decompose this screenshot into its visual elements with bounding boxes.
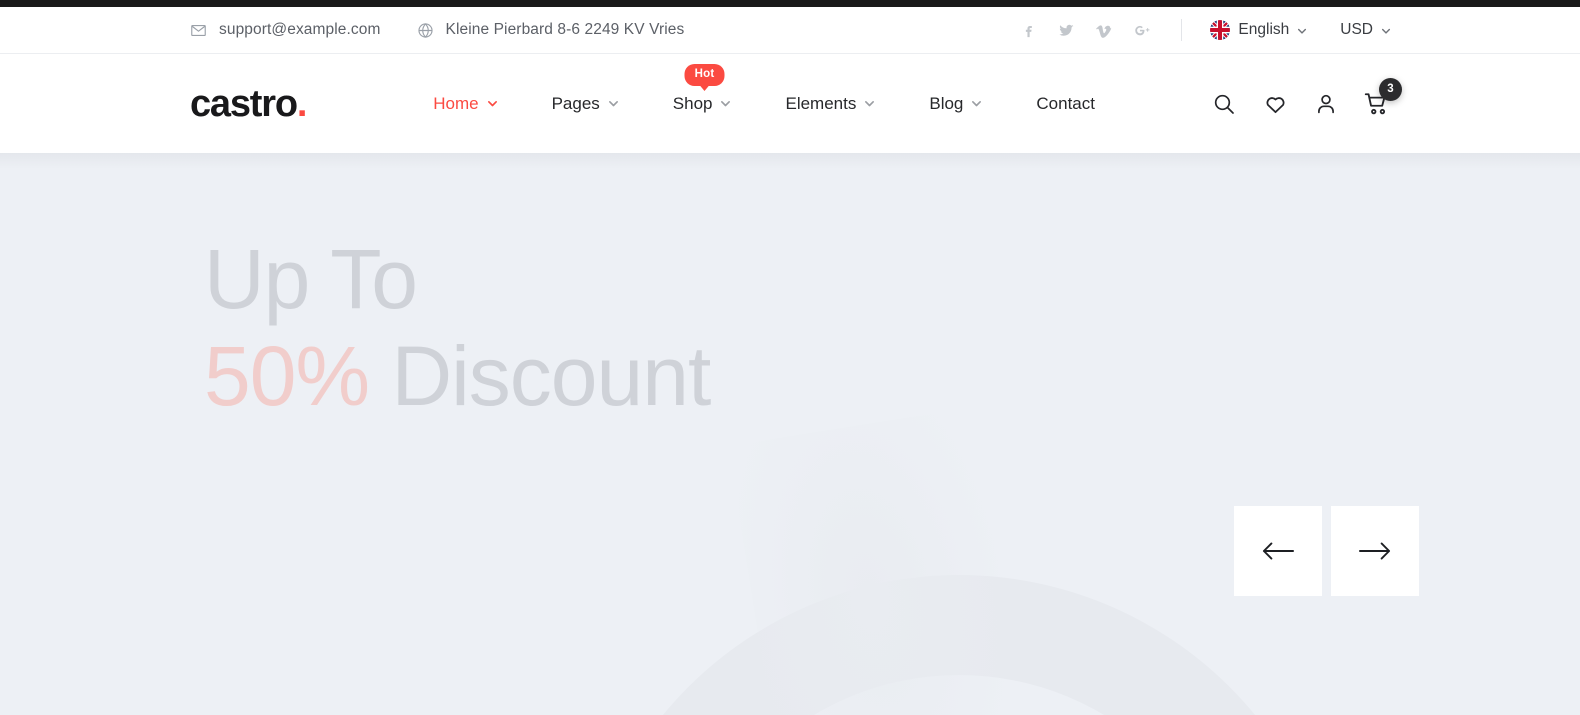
cart-icon[interactable]: 3 [1364, 77, 1402, 117]
nav-item-contact[interactable]: Contact [1009, 94, 1122, 114]
social-links [1020, 22, 1151, 39]
slider-next-button[interactable] [1331, 506, 1419, 596]
hero-headline-line2: 50% Discount [204, 328, 711, 425]
hero-slider-controls [1234, 506, 1419, 596]
main-header: castro. Home Pages Hot Shop Elements Blo… [0, 54, 1580, 153]
chevron-down-icon [487, 98, 498, 109]
globe-icon [417, 22, 434, 39]
nav-label-home: Home [433, 93, 479, 113]
chevron-down-icon [864, 98, 875, 109]
nav-item-home[interactable]: Home [406, 94, 524, 114]
hero-headline: Up To 50% Discount [204, 231, 711, 426]
top-accent-strip [0, 0, 1580, 7]
contact-address[interactable]: Kleine Pierbard 8-6 2249 KV Vries [417, 21, 685, 39]
contact-email-text: support@example.com [219, 21, 381, 38]
vimeo-icon[interactable] [1096, 22, 1113, 39]
uk-flag-icon [1210, 20, 1231, 40]
mail-icon [190, 22, 207, 39]
nav-label-shop: Shop [672, 93, 713, 113]
hero-top-shade [0, 153, 1580, 169]
currency-selector[interactable]: USD [1340, 21, 1391, 39]
nav-item-blog[interactable]: Blog [902, 94, 1009, 114]
logo-text: castro [190, 82, 298, 125]
wishlist-icon[interactable] [1262, 91, 1288, 117]
chevron-down-icon [720, 98, 731, 109]
facebook-icon[interactable] [1020, 22, 1037, 39]
contact-address-text: Kleine Pierbard 8-6 2249 KV Vries [445, 21, 685, 38]
google-plus-icon[interactable] [1134, 22, 1151, 39]
language-label: English [1238, 21, 1290, 38]
primary-navigation: Home Pages Hot Shop Elements Blog Contac… [406, 63, 1122, 114]
site-logo[interactable]: castro. [190, 82, 308, 125]
nav-label-contact: Contact [1036, 93, 1095, 113]
chevron-down-icon [971, 98, 982, 109]
topbar-left-group: support@example.com Kleine Pierbard 8-6 … [190, 21, 684, 39]
chevron-down-icon [608, 98, 619, 109]
twitter-icon[interactable] [1058, 22, 1075, 39]
nav-item-pages[interactable]: Pages [525, 94, 646, 114]
language-selector[interactable]: English [1210, 20, 1307, 40]
hero-slider: Up To 50% Discount [0, 153, 1580, 715]
nav-item-elements[interactable]: Elements [758, 94, 902, 114]
nav-label-elements: Elements [785, 93, 857, 113]
hero-discount-percent: 50% [204, 329, 370, 424]
currency-label: USD [1340, 21, 1373, 38]
topbar-divider [1181, 19, 1183, 41]
search-icon[interactable] [1211, 91, 1237, 117]
contact-email[interactable]: support@example.com [190, 21, 381, 39]
chevron-down-icon [1297, 26, 1307, 35]
topbar-right-group: English USD [1020, 19, 1391, 41]
account-icon[interactable] [1313, 91, 1339, 117]
chevron-down-icon [1381, 26, 1391, 35]
hero-headline-line1: Up To [204, 232, 418, 326]
hero-discount-word: Discount [391, 329, 711, 424]
header-actions: 3 [1211, 77, 1402, 117]
nav-label-pages: Pages [551, 93, 600, 113]
slider-prev-button[interactable] [1234, 506, 1322, 596]
logo-dot: . [296, 82, 308, 125]
hot-badge: Hot [684, 63, 725, 86]
cart-count-badge: 3 [1379, 77, 1402, 101]
top-info-bar: support@example.com Kleine Pierbard 8-6 … [0, 7, 1580, 54]
nav-item-shop[interactable]: Hot Shop [646, 63, 759, 114]
nav-label-blog: Blog [929, 93, 964, 113]
